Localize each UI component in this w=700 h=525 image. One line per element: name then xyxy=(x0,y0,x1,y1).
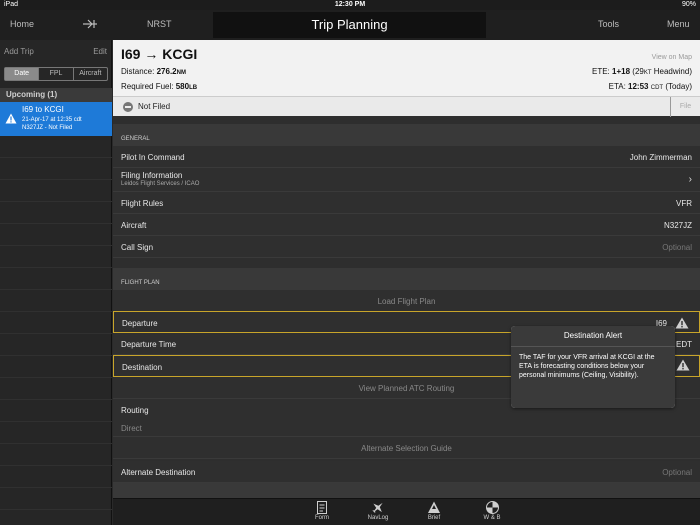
trip-date: 21-Apr-17 at 12:35 cdt xyxy=(22,117,82,123)
fuel-readout: Required Fuel: 580LB xyxy=(121,82,198,91)
tab-weight-balance[interactable]: W & B xyxy=(472,501,512,521)
filing-information-row[interactable]: Filing Information Leidos Flight Service… xyxy=(113,168,700,192)
ete-readout: ETE: 1+18 (29KT Headwind) xyxy=(592,67,692,76)
home-button[interactable]: Home xyxy=(10,19,34,29)
general-section-header: GENERAL xyxy=(113,124,700,146)
segment-fpl[interactable]: FPL xyxy=(39,68,74,80)
chevron-right-icon: › xyxy=(688,174,692,185)
aircraft-row[interactable]: Aircraft N327JZ xyxy=(113,214,700,236)
tools-button[interactable]: Tools xyxy=(598,19,619,29)
call-sign-input[interactable]: Optional xyxy=(662,243,692,252)
trip-status: N327JZ - Not Filed xyxy=(22,125,73,131)
airplane-icon xyxy=(372,502,383,514)
page-title: Trip Planning xyxy=(213,12,486,38)
tab-form[interactable]: Form xyxy=(302,501,342,521)
clock: 12:30 PM xyxy=(334,1,366,8)
segment-aircraft[interactable]: Aircraft xyxy=(74,68,107,80)
edit-button[interactable]: Edit xyxy=(93,47,107,56)
trip-list-item[interactable]: I69 to KCGI 21-Apr-17 at 12:35 cdt N327J… xyxy=(0,102,112,136)
flight-plan-section-header: FLIGHT PLAN xyxy=(113,268,700,290)
add-trip-button[interactable]: Add Trip xyxy=(4,47,34,56)
warning-icon xyxy=(5,113,17,124)
warning-icon[interactable] xyxy=(676,359,690,371)
route-icon[interactable] xyxy=(82,17,98,31)
load-flight-plan-button[interactable]: Load Flight Plan xyxy=(113,290,700,312)
nrst-button[interactable]: NRST xyxy=(147,19,172,29)
sidebar-header: Add Trip Edit xyxy=(0,40,111,62)
trip-title: I69 to KCGI xyxy=(22,105,64,114)
eta-readout: ETA: 12:53 CDT (Today) xyxy=(608,82,692,91)
nav-bar: Home NRST Trip Planning Tools Menu xyxy=(0,10,700,40)
menu-button[interactable]: Menu xyxy=(667,19,690,29)
trip-summary-header: I69 → KCGI Distance: 276.2NM Required Fu… xyxy=(113,40,700,96)
tab-brief[interactable]: Brief xyxy=(414,501,454,521)
weather-icon xyxy=(428,501,440,513)
battery-label: 90% xyxy=(681,1,696,8)
trip-sidebar: Add Trip Edit Date FPL Aircraft Upcoming… xyxy=(0,40,112,525)
route-title: I69 → KCGI xyxy=(121,46,198,62)
upcoming-section-header: Upcoming (1) xyxy=(0,88,112,102)
sort-segmented-control: Date FPL Aircraft xyxy=(4,67,108,81)
alert-title: Destination Alert xyxy=(511,326,675,346)
segment-date[interactable]: Date xyxy=(5,68,40,80)
trip-detail-panel: I69 → KCGI Distance: 276.2NM Required Fu… xyxy=(113,40,700,498)
balance-icon xyxy=(485,501,499,514)
file-button[interactable]: File xyxy=(670,97,700,117)
bottom-tab-bar: Form NavLog Brief W & B xyxy=(113,498,700,525)
empty-list-rows xyxy=(0,136,112,525)
distance-readout: Distance: 276.2NM xyxy=(121,67,186,76)
alternate-destination-row[interactable]: Alternate Destination Optional xyxy=(113,461,700,483)
warning-icon[interactable] xyxy=(675,317,689,329)
alternate-selection-guide-button[interactable]: Alternate Selection Guide xyxy=(113,437,700,459)
alert-message: The TAF for your VFR arrival at KCGI at … xyxy=(511,346,675,408)
pilot-in-command-row[interactable]: Pilot In Command John Zimmerman xyxy=(113,146,700,168)
section-spacer xyxy=(113,483,700,498)
not-filed-icon xyxy=(123,102,133,112)
view-on-map-link[interactable]: View on Map xyxy=(652,54,692,61)
form-icon xyxy=(317,501,327,514)
destination-alert-popover[interactable]: Destination Alert The TAF for your VFR a… xyxy=(511,326,675,408)
filing-status: Not Filed xyxy=(138,102,171,111)
alternate-destination-input[interactable]: Optional xyxy=(662,468,692,477)
status-bar: iPad 12:30 PM 90% xyxy=(0,0,700,10)
tab-navlog[interactable]: NavLog xyxy=(358,501,398,521)
call-sign-row[interactable]: Call Sign Optional xyxy=(113,236,700,258)
routing-input[interactable]: Direct xyxy=(121,424,142,433)
filing-status-bar: Not Filed File xyxy=(113,96,700,117)
flight-rules-row[interactable]: Flight Rules VFR xyxy=(113,192,700,214)
